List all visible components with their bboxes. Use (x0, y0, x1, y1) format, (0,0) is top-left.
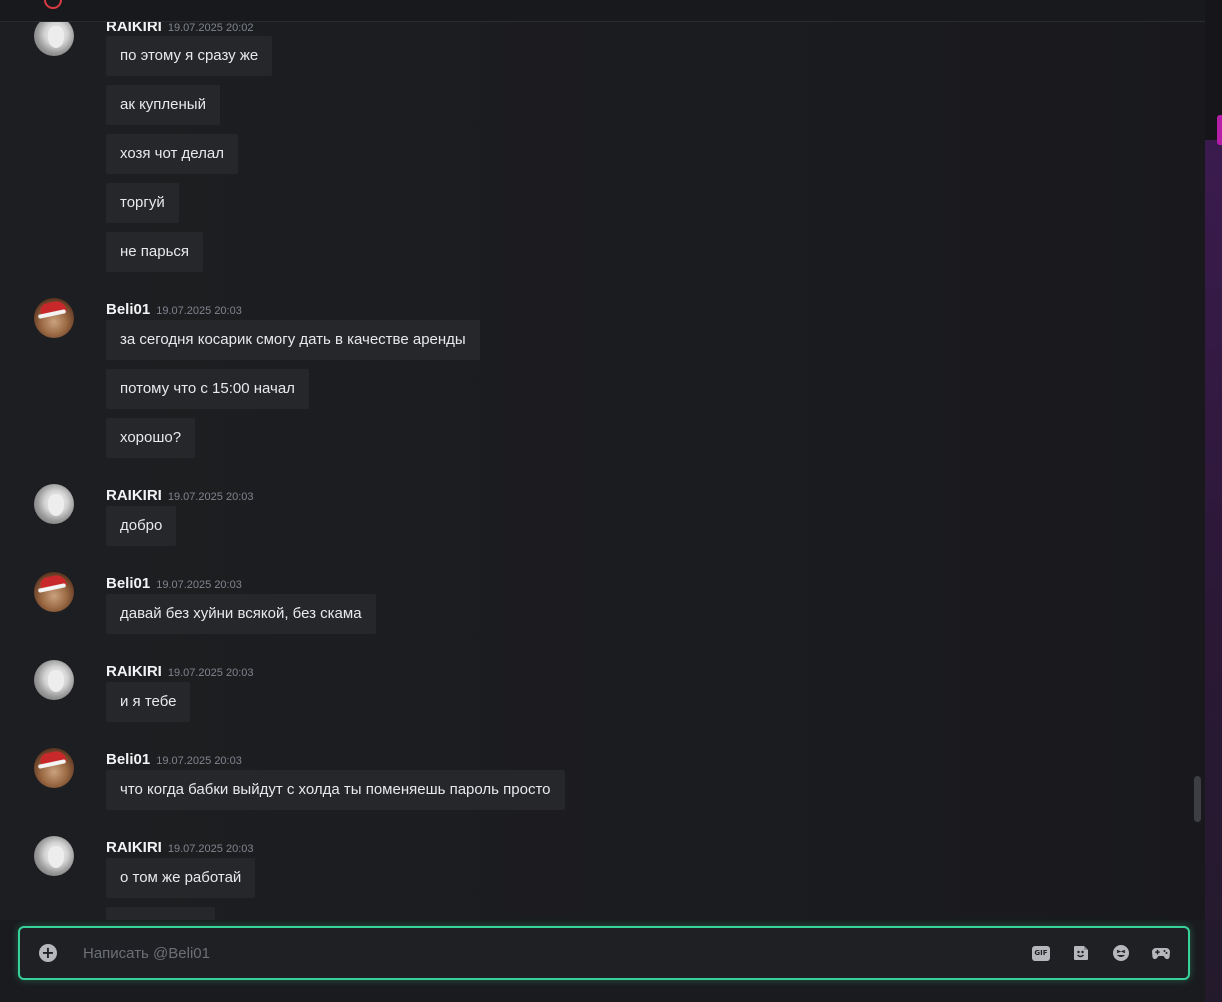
message-header: Beli01 19.07.2025 20:03 (106, 573, 242, 592)
timestamp: 19.07.2025 20:03 (167, 491, 254, 503)
message-header: RAIKIRI 19.07.2025 20:03 (106, 485, 254, 504)
notification-icon[interactable] (44, 0, 62, 9)
message-bubble[interactable]: о том же работай (106, 858, 256, 898)
avatar[interactable] (34, 572, 74, 612)
message-bubble[interactable]: за сегодня косарик смогу дать в качестве… (106, 320, 480, 360)
avatar[interactable] (34, 22, 74, 56)
message-header: RAIKIRI 19.07.2025 20:02 (106, 22, 254, 35)
side-panel-accent (1217, 115, 1222, 145)
username[interactable]: RAIKIRI (106, 839, 162, 856)
message-header: RAIKIRI 19.07.2025 20:03 (106, 837, 254, 856)
message-bubble[interactable]: потому что с 15:00 начал (106, 369, 309, 409)
gif-icon[interactable]: GIF (1031, 943, 1051, 963)
message-list[interactable]: RAIKIRI 19.07.2025 20:02 по этому я сразу… (0, 22, 1205, 922)
timestamp: 19.07.2025 20:03 (156, 305, 242, 317)
activities-icon[interactable] (1151, 943, 1171, 963)
app-window: RAIKIRI 19.07.2025 20:02 по этому я сразу… (0, 0, 1222, 1002)
message-bubble[interactable]: хорошо? (106, 418, 196, 458)
timestamp: 19.07.2025 20:03 (167, 667, 254, 679)
avatar[interactable] (34, 660, 74, 700)
emoji-icon[interactable] (1111, 943, 1131, 963)
avatar[interactable] (34, 748, 74, 788)
message-bubble[interactable]: и я тебе (106, 682, 191, 722)
sticker-icon[interactable] (1071, 943, 1091, 963)
avatar[interactable] (34, 836, 74, 876)
timestamp: 19.07.2025 20:02 (167, 22, 254, 34)
message-bubble[interactable]: ак купленый (106, 85, 220, 125)
message-header: Beli01 19.07.2025 20:03 (106, 749, 242, 768)
avatar[interactable] (34, 298, 74, 338)
top-bar (0, 0, 1205, 22)
message-bubble[interactable]: торгуй (106, 183, 179, 223)
timestamp: 19.07.2025 20:03 (156, 755, 242, 767)
username[interactable]: RAIKIRI (106, 22, 162, 35)
message-bubble[interactable]: по этому я сразу же (106, 36, 273, 76)
username[interactable]: RAIKIRI (106, 663, 162, 680)
username[interactable]: Beli01 (106, 575, 150, 592)
avatar[interactable] (34, 484, 74, 524)
timestamp: 19.07.2025 20:03 (167, 843, 254, 855)
username[interactable]: RAIKIRI (106, 487, 162, 504)
username[interactable]: Beli01 (106, 751, 150, 768)
message-bubble[interactable]: добро (106, 506, 177, 546)
message-composer: + GIF (18, 926, 1190, 980)
side-panel-edge (1205, 0, 1222, 1002)
message-bubble[interactable]: не парься (106, 232, 204, 272)
scrollbar-thumb[interactable] (1194, 776, 1201, 822)
gif-label: GIF (1032, 945, 1050, 961)
message-bubble[interactable]: что когда бабки выйдут с холда ты поменя… (106, 770, 565, 810)
message-input[interactable] (83, 940, 983, 966)
timestamp: 19.07.2025 20:03 (156, 579, 242, 591)
plus-circle-icon[interactable]: + (39, 944, 57, 962)
message-bubble[interactable]: давай без хуйни всякой, без скама (106, 594, 376, 634)
username[interactable]: Beli01 (106, 301, 150, 318)
message-bubble[interactable]: хозя чот делал (106, 134, 238, 174)
message-header: RAIKIRI 19.07.2025 20:03 (106, 661, 254, 680)
message-header: Beli01 19.07.2025 20:03 (106, 299, 242, 318)
